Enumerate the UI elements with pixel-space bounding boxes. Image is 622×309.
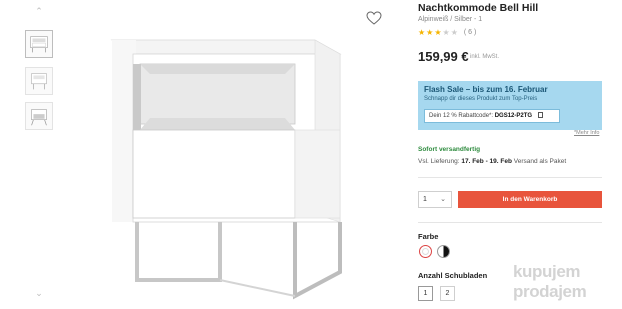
delivery-prefix: Vsl. Lieferung: (418, 158, 460, 165)
shipping-status: Sofort versandfertig (418, 146, 481, 153)
product-title: Nachtkommode Bell Hill (418, 2, 539, 14)
quantity-value: 1 (423, 196, 427, 203)
chevron-down-icon: ⌄ (440, 196, 446, 203)
watermark: kupujem prodajem (513, 262, 587, 302)
flash-sale-subtitle: Schnapp dir dieses Produkt zum Top-Preis (424, 96, 538, 102)
color-label: Farbe (418, 232, 439, 241)
rating[interactable]: ★ ★ ★ ★ ★ ( 6 ) (418, 28, 476, 37)
thumbnail-3[interactable] (25, 102, 53, 130)
drawer-option-2[interactable]: 2 (440, 286, 455, 301)
flash-sale-banner: Flash Sale – bis zum 16. Februar Schnapp… (418, 81, 602, 130)
discount-code-label: Dein 12 % Rabattcode*: (429, 113, 494, 119)
star-icon: ★ (418, 28, 426, 37)
watermark-line-2: prodajem (513, 282, 587, 301)
star-empty-icon: ★ (450, 28, 458, 37)
more-info-link[interactable]: *Mehr Info (574, 130, 599, 136)
thumbnail-2[interactable] (25, 67, 53, 95)
product-image (100, 18, 370, 303)
thumbnail-up-icon[interactable]: ⌃ (34, 7, 44, 16)
discount-code: DGS12-P2TG (494, 113, 533, 119)
product-variant: Alpinweiß / Silber - 1 (418, 16, 483, 23)
delivery-suffix: Versand als Paket (513, 158, 567, 165)
delivery-dates: 17. Feb - 19. Feb (461, 158, 512, 165)
delivery-estimate: Vsl. Lieferung: 17. Feb - 19. Feb Versan… (418, 158, 566, 165)
drawers-label: Anzahl Schubladen (418, 271, 488, 280)
divider (418, 222, 602, 223)
drawer-option-1[interactable]: 1 (418, 286, 433, 301)
flash-sale-title: Flash Sale – bis zum 16. Februar (424, 85, 548, 94)
price: 159,99 € (418, 49, 469, 64)
rating-count: ( 6 ) (463, 29, 477, 36)
heart-icon[interactable] (366, 11, 382, 25)
watermark-line-1: kupujem (513, 262, 581, 281)
thumbnail-down-icon[interactable]: ⌄ (34, 289, 44, 298)
quantity-select[interactable]: 1 ⌄ (418, 191, 452, 208)
star-icon: ★ (434, 28, 442, 37)
price-note: inkl. MwSt. (470, 54, 500, 60)
discount-code-box[interactable]: Dein 12 % Rabattcode*: DGS12-P2TG (424, 109, 560, 123)
add-to-cart-button[interactable]: In den Warenkorb (458, 191, 602, 208)
thumbnail-1[interactable] (25, 30, 53, 58)
star-icon: ★ (426, 28, 434, 37)
color-swatch-white[interactable] (419, 245, 432, 258)
divider (418, 177, 602, 178)
color-swatch-black-white[interactable] (437, 245, 450, 258)
star-empty-icon: ★ (442, 28, 450, 37)
copy-icon[interactable] (537, 112, 543, 118)
